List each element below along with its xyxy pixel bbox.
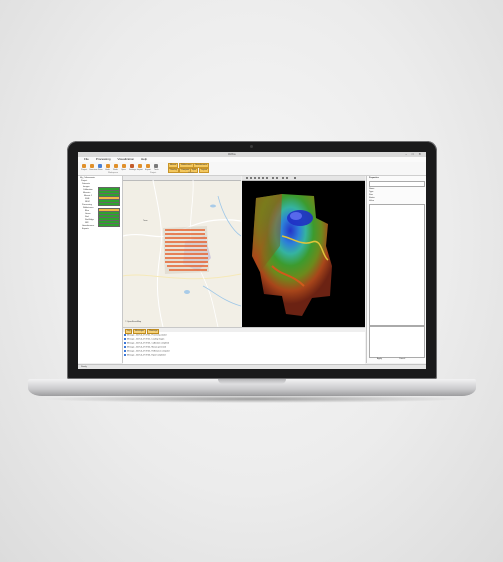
app-window: Ortho – □ ✕ File Processing Visualizatio… (78, 152, 426, 369)
overview-icon[interactable] (90, 164, 94, 168)
log-row: Message - 2017-11-27 09:43 - Calibration… (124, 342, 169, 345)
tab-log[interactable]: Log (125, 328, 133, 334)
redo-icon[interactable] (114, 164, 118, 168)
message-icon (124, 350, 126, 352)
menu-file[interactable]: File (84, 157, 89, 161)
road-line (123, 273, 241, 280)
camera-icon (250, 145, 253, 148)
ribbon-label-save: Save (98, 169, 103, 171)
water-body (290, 212, 302, 220)
overlay-button[interactable]: Overlay (168, 168, 179, 173)
lake-shape (184, 290, 190, 294)
progress-bar (98, 222, 120, 227)
apply-button[interactable]: Apply (377, 358, 382, 361)
river-line (202, 285, 241, 307)
basemap-view[interactable]: Town © OpenStreetMap (123, 176, 241, 327)
ribbon-label-tools: Tools (154, 169, 159, 171)
undo-icon[interactable] (106, 164, 110, 168)
group-label-project: Project (150, 172, 157, 174)
ribbon-label-redo: Redo (113, 169, 118, 171)
layout-button[interactable]: Layout (199, 168, 210, 173)
status-bar: Ready (78, 364, 426, 369)
ribbon-label-open: Open (121, 169, 126, 171)
message-icon (124, 338, 126, 340)
log-row: Message - 2017-11-27 09:44 - Mosaic gene… (124, 346, 166, 349)
group-label-workspace: Workspace (108, 172, 118, 174)
ndvi-raster[interactable] (242, 176, 365, 327)
ribbon-label-import: Import (137, 169, 143, 171)
ribbon-label-export: Export (145, 169, 151, 171)
laptop-shadow (40, 395, 464, 403)
import-icon[interactable] (138, 164, 142, 168)
progress-bar (98, 201, 120, 206)
properties-title: Properties (369, 177, 379, 179)
message-icon (124, 354, 126, 356)
road-line (152, 179, 164, 327)
menu-visualization[interactable]: Visualization (117, 157, 134, 161)
raster-view[interactable] (242, 176, 365, 327)
properties-search[interactable] (369, 181, 425, 187)
message-icon (124, 342, 126, 344)
properties-list[interactable] (369, 204, 425, 326)
town-label: Town (143, 220, 148, 222)
ribbon-label-settings: Settings (129, 169, 137, 171)
tab-warnings[interactable]: Warnings (147, 328, 160, 334)
field-label: Value (369, 200, 374, 202)
status-text: Ready (81, 366, 87, 368)
tab-messages[interactable]: Messages (133, 328, 147, 334)
map-attribution: © OpenStreetMap (125, 321, 142, 323)
river-line (217, 195, 241, 237)
window-controls[interactable]: – □ ✕ (405, 153, 423, 156)
save-icon[interactable] (98, 164, 102, 168)
menu-processing[interactable]: Processing (96, 157, 111, 161)
map-canvas[interactable] (123, 176, 241, 327)
project-icon[interactable] (82, 164, 86, 168)
cancel-button[interactable]: Cancel (399, 358, 405, 361)
log-tabs: Log Messages Warnings (123, 328, 365, 334)
ribbon-label-undo: Undo (105, 169, 110, 171)
log-row: Message - 2017-11-27 09:42 - Processing … (124, 334, 166, 337)
ribbon-label-project: Project (81, 169, 88, 171)
project-tree-panel: My_Orthomosaic Project Datasets Images C… (78, 176, 123, 363)
properties-detail (369, 326, 425, 358)
export-icon[interactable] (146, 164, 150, 168)
properties-panel: Properties Name Type Size Status Value A… (366, 176, 426, 363)
log-row: Message - 2017-11-27 09:45 - Reflectance… (124, 350, 169, 353)
log-panel: Log Messages Warnings Message - 2017-11-… (123, 327, 365, 364)
message-icon (124, 346, 126, 348)
tools-icon[interactable] (154, 164, 158, 168)
laptop-notch (218, 379, 286, 384)
message-icon (124, 334, 126, 336)
group-label-mosaic: Mosaic (188, 172, 195, 174)
tree-item[interactable]: Exports (82, 228, 89, 231)
lake-shape (210, 204, 216, 208)
settings-icon[interactable] (130, 164, 134, 168)
log-row: Message - 2017-11-27 09:46 - Export comp… (124, 354, 166, 357)
open-icon[interactable] (122, 164, 126, 168)
log-row: Message - 2017-11-27 09:42 - Loading ima… (124, 338, 164, 341)
ribbon-label-overview: Overview (89, 169, 98, 171)
ribbon-toolbar: Project Overview Save Undo Redo Open Set… (78, 162, 426, 176)
menu-help[interactable]: Help (141, 157, 147, 161)
